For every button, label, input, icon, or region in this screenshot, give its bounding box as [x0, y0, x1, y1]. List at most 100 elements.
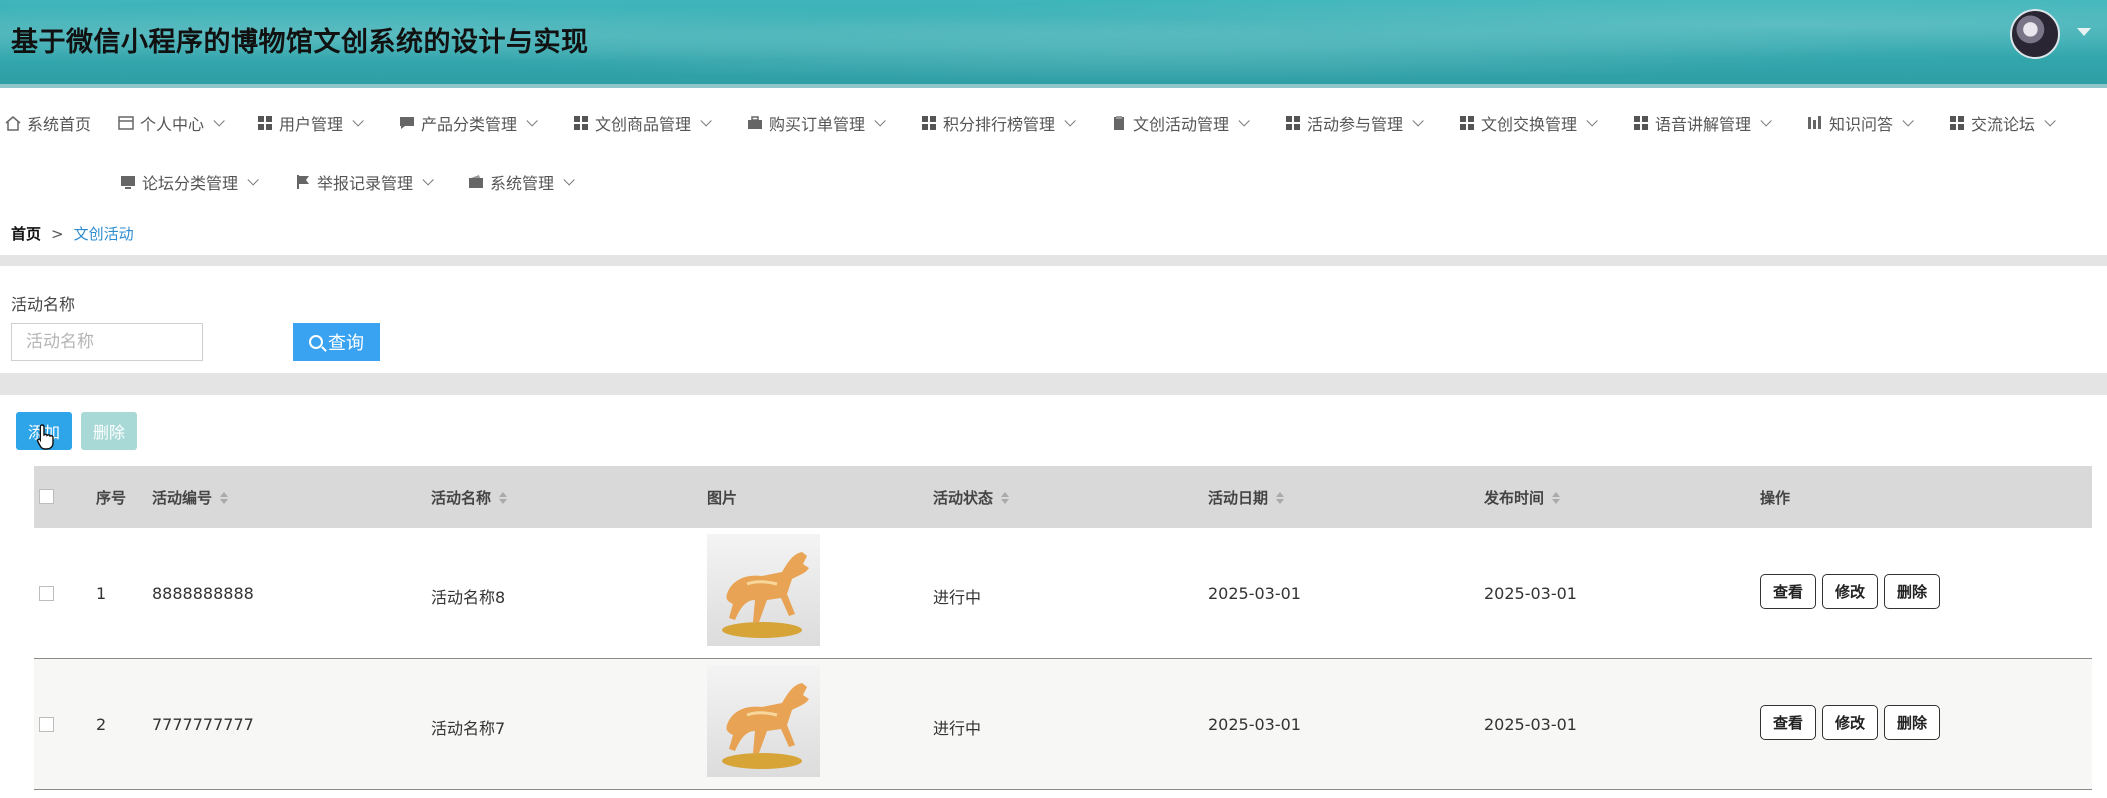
app-title: 基于微信小程序的博物馆文创系统的设计与实现 [11, 27, 589, 58]
chevron-down-icon [1902, 115, 1914, 127]
search-icon [309, 335, 323, 349]
grid-icon [1632, 114, 1650, 132]
view-button[interactable]: 查看 [1760, 574, 1817, 609]
sort-icon[interactable] [499, 492, 507, 504]
avatar-dropdown-caret-icon[interactable] [2077, 28, 2091, 36]
horse-sculpture-icon [722, 552, 809, 638]
search-button-label: 查询 [328, 333, 364, 354]
grid-icon [1284, 114, 1302, 132]
sort-icon[interactable] [220, 492, 228, 504]
search-button[interactable]: 查询 [293, 323, 380, 361]
nav-item-home[interactable]: 系统首页 [4, 110, 91, 136]
cell-code: 7777777777 [152, 715, 254, 734]
table-row: 2 7777777777 活动名称7 进行中 2025-03-01 2025-0… [34, 659, 2092, 790]
column-header-name[interactable]: 活动名称 [431, 487, 507, 508]
breadcrumb-current: 文创活动 [73, 225, 134, 243]
grid-icon [256, 114, 274, 132]
chevron-down-icon [422, 174, 434, 186]
flag-icon [294, 173, 312, 191]
wallet-icon [467, 173, 485, 191]
nav-item-orders[interactable]: 购买订单管理 [746, 110, 886, 136]
nav-item-goods[interactable]: 文创商品管理 [572, 110, 712, 136]
breadcrumb-home[interactable]: 首页 [11, 223, 41, 244]
column-header-date[interactable]: 活动日期 [1208, 487, 1284, 508]
briefcase-icon [746, 114, 764, 132]
nav-label: 举报记录管理 [317, 174, 414, 193]
column-header-actions: 操作 [1760, 489, 1791, 507]
nav-label: 个人中心 [140, 115, 205, 134]
section-divider [0, 255, 2107, 266]
nav-item-participation[interactable]: 活动参与管理 [1284, 110, 1424, 136]
nav-item-points-ranking[interactable]: 积分排行榜管理 [920, 110, 1076, 136]
search-input[interactable] [11, 323, 203, 361]
nav-item-forum-category[interactable]: 论坛分类管理 [119, 169, 259, 195]
view-button[interactable]: 查看 [1760, 705, 1817, 740]
cell-name: 活动名称8 [431, 588, 506, 607]
delete-button[interactable]: 删除 [1884, 574, 1941, 609]
chevron-down-icon [2044, 115, 2056, 127]
column-header-published[interactable]: 发布时间 [1484, 487, 1560, 508]
nav-item-system[interactable]: 系统管理 [467, 169, 575, 195]
activity-image[interactable] [707, 534, 820, 646]
home-icon [4, 114, 22, 132]
nav-item-users[interactable]: 用户管理 [256, 110, 364, 136]
sort-icon[interactable] [1001, 492, 1009, 504]
user-avatar[interactable] [2010, 9, 2060, 59]
nav-label: 购买订单管理 [769, 115, 866, 134]
nav-label: 文创活动管理 [1133, 115, 1230, 134]
column-header-status[interactable]: 活动状态 [933, 487, 1009, 508]
column-header-code[interactable]: 活动编号 [152, 487, 228, 508]
sort-icon[interactable] [1552, 492, 1560, 504]
breadcrumb: 首页 > 文创活动 [11, 223, 134, 244]
cell-index: 1 [96, 584, 107, 603]
nav-item-reports[interactable]: 举报记录管理 [294, 169, 434, 195]
cell-status: 进行中 [933, 588, 982, 607]
nav-item-qa[interactable]: 知识问答 [1806, 110, 1914, 136]
chevron-down-icon [874, 115, 886, 127]
chevron-down-icon [563, 174, 575, 186]
nav-label: 积分排行榜管理 [943, 115, 1056, 134]
cell-date: 2025-03-01 [1208, 584, 1301, 603]
grid-icon [1458, 114, 1476, 132]
chevron-down-icon [700, 115, 712, 127]
row-checkbox[interactable] [39, 586, 54, 601]
section-divider [0, 373, 2107, 395]
breadcrumb-separator: > [51, 224, 64, 243]
main-nav: 系统首页 个人中心 用户管理 产品分类管理 文创商品管理 购买订单管理 积分排行… [0, 100, 2107, 250]
chevron-down-icon [247, 174, 259, 186]
nav-label: 系统管理 [490, 174, 555, 193]
nav-item-audio-guide[interactable]: 语音讲解管理 [1632, 110, 1772, 136]
nav-item-profile[interactable]: 个人中心 [117, 110, 225, 136]
edit-button[interactable]: 修改 [1822, 574, 1879, 609]
edit-button[interactable]: 修改 [1822, 705, 1879, 740]
cell-code: 8888888888 [152, 584, 254, 603]
nav-item-forum[interactable]: 交流论坛 [1948, 110, 2056, 136]
cell-index: 2 [96, 715, 107, 734]
activity-image[interactable] [707, 665, 820, 777]
cell-published: 2025-03-01 [1484, 584, 1577, 603]
delete-button[interactable]: 删除 [1884, 705, 1941, 740]
select-all-checkbox[interactable] [39, 489, 54, 504]
column-header-image: 图片 [707, 489, 738, 507]
nav-label: 知识问答 [1829, 115, 1894, 134]
clipboard-icon [1110, 114, 1128, 132]
chevron-down-icon [1760, 115, 1772, 127]
nav-item-product-category[interactable]: 产品分类管理 [398, 110, 538, 136]
grid-icon [572, 114, 590, 132]
sort-icon[interactable] [1276, 492, 1284, 504]
column-header-index: 序号 [96, 489, 127, 507]
chevron-down-icon [352, 115, 364, 127]
nav-item-exchange[interactable]: 文创交换管理 [1458, 110, 1598, 136]
app-header: 基于微信小程序的博物馆文创系统的设计与实现 [0, 0, 2107, 88]
nav-label: 交流论坛 [1971, 115, 2036, 134]
bulk-delete-button[interactable]: 删除 [81, 412, 137, 450]
cell-status: 进行中 [933, 719, 982, 738]
nav-label: 系统首页 [27, 115, 92, 134]
bar-chart-icon [1806, 114, 1824, 132]
hand-cursor-icon [36, 424, 54, 450]
nav-label: 产品分类管理 [421, 115, 518, 134]
row-checkbox[interactable] [39, 717, 54, 732]
nav-item-activities[interactable]: 文创活动管理 [1110, 110, 1250, 136]
chevron-down-icon [526, 115, 538, 127]
horse-sculpture-icon [722, 683, 809, 769]
